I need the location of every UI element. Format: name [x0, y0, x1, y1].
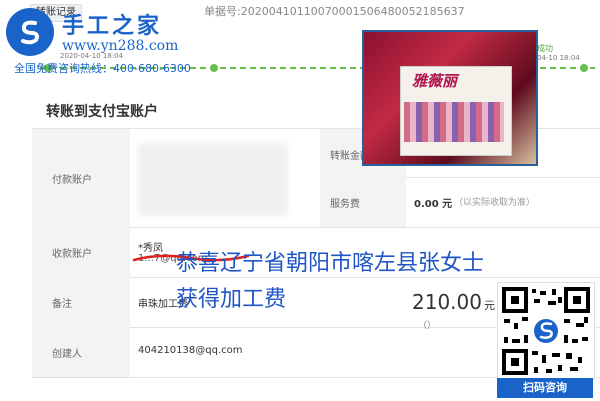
qr-code-icon	[502, 287, 590, 375]
payer-label-cell: 付款账户	[32, 129, 130, 228]
congrats-headline: 恭喜辽宁省朝阳市喀左县张女士 获得加工费	[176, 246, 484, 318]
payee-label: 收款账户	[52, 249, 92, 260]
timeline-status-success: 成功	[537, 44, 553, 53]
product-brand: 雅薇丽	[412, 72, 458, 90]
qr-code[interactable]	[497, 282, 595, 380]
logo-hotline: 全国免费咨询热线：400-680-6300	[14, 62, 191, 75]
headline-line-1: 恭喜辽宁省朝阳市喀左县张女士	[176, 251, 485, 276]
logo-url: www.yn288.com	[62, 38, 179, 54]
section-title: 转账到支付宝账户	[46, 104, 158, 120]
logo-badge	[6, 8, 54, 56]
timeline-node	[210, 64, 218, 72]
fee-value: 0.00 元	[414, 199, 453, 210]
amount-unit: 元	[483, 299, 495, 312]
payer-blurred-value	[138, 143, 288, 215]
logo-title: 手工之家	[62, 13, 163, 39]
creator-value: 404210138@qq.com	[138, 345, 243, 356]
fee-value-cell: 0.00 元 （以实际收取为准）	[406, 177, 600, 228]
creator-label-cell: 创建人	[32, 327, 130, 378]
bead-rows	[404, 102, 504, 142]
amount-paren: （）	[418, 321, 437, 331]
payee-label-cell: 收款账户	[32, 227, 130, 278]
payer-label: 付款账户	[52, 175, 92, 186]
timeline-node	[580, 64, 588, 72]
product-photo: 雅薇丽	[362, 30, 538, 166]
scan-consult-button[interactable]: 扫码咨询	[497, 378, 593, 398]
fee-note: （以实际收取为准）	[454, 198, 536, 208]
receipt-number: 单据号:20200410110070001506480052185637	[204, 5, 465, 18]
payer-value-cell	[130, 129, 320, 228]
logo-icon	[21, 20, 39, 45]
fee-label-cell: 服务费	[320, 177, 406, 228]
timeline-date-right: 04-10 18:04	[537, 54, 580, 62]
headline-line-2: 获得加工费	[176, 287, 287, 312]
fee-label: 服务费	[330, 199, 360, 210]
remark-label-cell: 备注	[32, 277, 130, 328]
remark-label: 备注	[52, 299, 72, 310]
creator-label: 创建人	[52, 349, 82, 360]
